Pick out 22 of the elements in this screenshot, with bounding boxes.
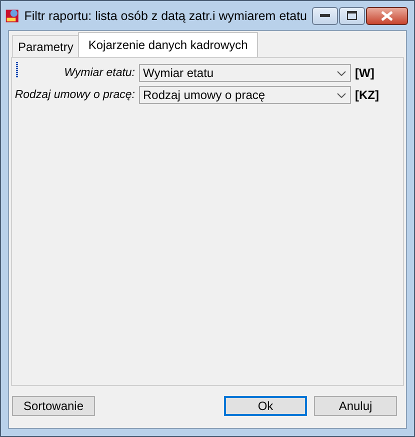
close-icon <box>381 10 393 20</box>
dropdown[interactable]: Rodzaj umowy o pracę <box>139 86 351 104</box>
maximize-icon <box>347 11 357 20</box>
maximize-button[interactable] <box>339 6 365 24</box>
chevron-icon <box>337 70 346 76</box>
close-button[interactable] <box>366 6 408 24</box>
dialog-button[interactable]: Sortowanie <box>12 396 95 416</box>
minimize-button[interactable] <box>312 6 338 24</box>
minimize-icon <box>320 14 330 18</box>
app-icon <box>5 8 20 24</box>
dialog-button[interactable]: Anuluj <box>314 396 397 416</box>
field-code: [KZ] <box>355 88 380 102</box>
tab[interactable]: Parametry <box>12 35 80 57</box>
dialog-button[interactable]: Ok <box>224 396 307 416</box>
field-label: Rodzaj umowy o pracę: <box>14 89 135 101</box>
dropdown[interactable]: Wymiar etatu <box>139 64 351 82</box>
window-title: Filtr raportu: lista osób z datą zatr.i wymiarem etatu <box>24 8 307 22</box>
grip-handle[interactable] <box>16 62 18 78</box>
chevron-icon <box>337 92 346 98</box>
tab[interactable]: Kojarzenie danych kadrowych <box>78 32 258 58</box>
field-code: [W] <box>355 66 376 80</box>
field-label: Wymiar etatu: <box>64 67 135 79</box>
